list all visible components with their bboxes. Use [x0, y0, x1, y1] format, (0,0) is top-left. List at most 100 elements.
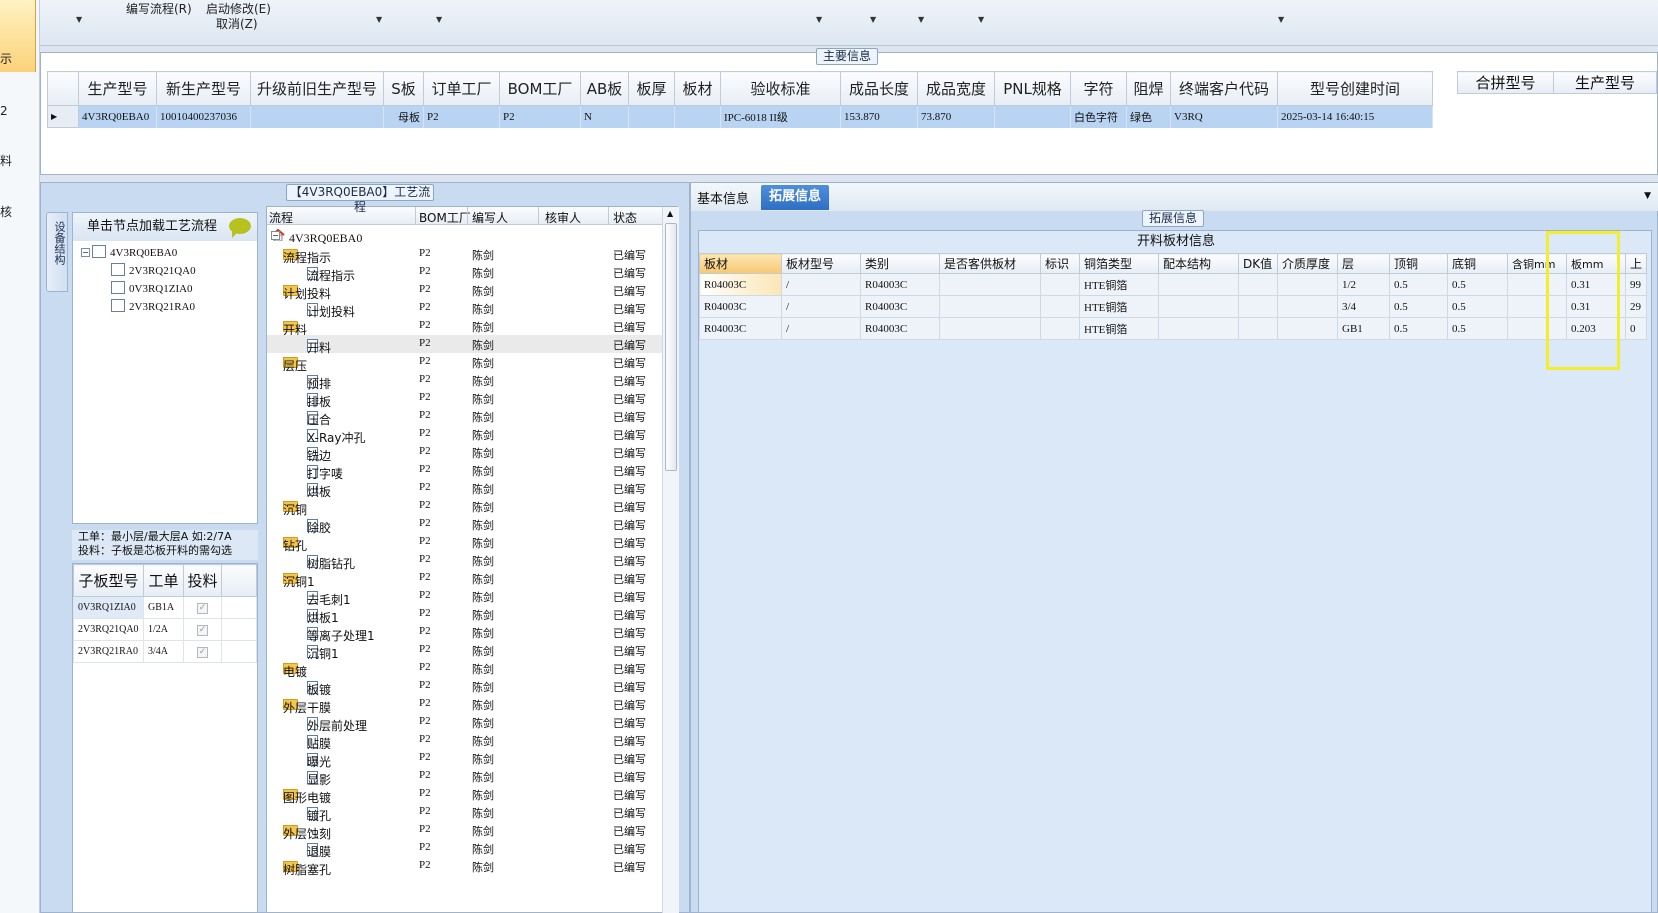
table-cell[interactable]: ✓	[183, 640, 222, 663]
process-row[interactable]: 树脂钻孔 P2 陈剑 已编写	[267, 551, 662, 571]
process-row[interactable]: −图形电镀P2陈剑已编写	[267, 785, 662, 805]
column-header[interactable]: 成品长度	[840, 71, 918, 106]
table-row[interactable]: 0V3RQ1ZIA0 GB1A ✓	[73, 596, 257, 619]
process-row[interactable]: −外层干膜P2陈剑已编写	[267, 695, 662, 715]
checkbox[interactable]: ✓	[197, 646, 208, 658]
process-row[interactable]: 铣边 P2 陈剑 已编写	[267, 443, 662, 463]
process-row[interactable]: 烘板1 P2 陈剑 已编写	[267, 605, 662, 625]
checkbox[interactable]: ✓	[197, 602, 208, 614]
tree-node-child[interactable]: 2V3RQ21QA0	[111, 263, 196, 277]
column-header[interactable]: 升级前旧生产型号	[250, 71, 384, 106]
column-header[interactable]: 类别	[860, 253, 940, 274]
speech-bubble-icon[interactable]	[229, 218, 251, 238]
menu-cancel[interactable]: 取消(Z)	[216, 15, 258, 32]
process-row[interactable]: 计划投料 P2 陈剑 已编写	[267, 299, 662, 319]
process-row[interactable]: 外层前处理 P2 陈剑 已编写	[267, 713, 662, 733]
scrollbar-thumb[interactable]	[665, 223, 677, 471]
table-cell[interactable]: /	[781, 317, 861, 340]
table-cell[interactable]: HTE铜箔	[1079, 273, 1159, 296]
process-row[interactable]: 显影 P2 陈剑 已编写	[267, 767, 662, 787]
table-cell[interactable]	[1238, 273, 1278, 296]
process-row[interactable]: 除胶 P2 陈剑 已编写	[267, 515, 662, 535]
table-row[interactable]: ▶ 4V3RQ0EBA0 10010400237036 母板 P2 P2 N I…	[47, 105, 1433, 128]
table-cell[interactable]: 2V3RQ21RA0	[73, 640, 144, 663]
column-header[interactable]: BOM工厂	[499, 71, 581, 106]
table-row[interactable]: R04003C / R04003C HTE铜箔 3/4 0.5 0.5 0.31 29	[699, 295, 1648, 318]
process-row[interactable]: 烘板 P2 陈剑 已编写	[267, 479, 662, 499]
process-row[interactable]: −外层蚀刻P2陈剑已编写	[267, 821, 662, 841]
process-row[interactable]: −层压P2陈剑已编写	[267, 353, 662, 373]
table-cell[interactable]: GB1A	[143, 596, 184, 619]
table-cell[interactable]: P2	[423, 105, 500, 128]
tree-node-root[interactable]: −4V3RQ0EBA0	[81, 245, 177, 259]
process-row[interactable]: −流程指示P2陈剑已编写	[267, 245, 662, 265]
process-row[interactable]: −沉铜P2陈剑已编写	[267, 497, 662, 517]
process-row[interactable]: −开料P2陈剑已编写	[267, 317, 662, 337]
menu-edit-flow[interactable]: 编写流程(R)	[126, 0, 192, 17]
table-cell[interactable]: 绿色	[1126, 105, 1171, 128]
table-cell[interactable]: 0V3RQ1ZIA0	[73, 596, 144, 619]
table-cell[interactable]: N	[580, 105, 629, 128]
column-header[interactable]: 生产型号	[78, 71, 157, 106]
table-cell[interactable]: ✓	[183, 618, 222, 641]
column-header[interactable]: 合拼型号	[1457, 71, 1554, 94]
process-row[interactable]: 预排 P2 陈剑 已编写	[267, 371, 662, 391]
table-cell[interactable]: 0.5	[1447, 295, 1508, 318]
process-row[interactable]: 退膜 P2 陈剑 已编写	[267, 839, 662, 859]
column-header[interactable]: BOM工厂	[419, 209, 471, 226]
table-cell[interactable]: 2025-03-14 16:40:15	[1277, 105, 1433, 128]
tab-extended-info[interactable]: 拓展信息	[761, 185, 829, 210]
column-header[interactable]: 板材	[699, 253, 782, 274]
table-cell[interactable]: 3/4	[1337, 295, 1390, 318]
dropdown-arrow-icon[interactable]: ▼	[978, 15, 984, 24]
table-cell[interactable]: 3/4A	[143, 640, 184, 663]
dropdown-arrow-icon[interactable]: ▼	[870, 15, 876, 24]
table-cell[interactable]	[1238, 317, 1278, 340]
table-cell[interactable]	[939, 295, 1041, 318]
table-row[interactable]: 2V3RQ21RA0 3/4A ✓	[73, 640, 257, 663]
table-cell[interactable]: 1/2A	[143, 618, 184, 641]
table-cell[interactable]: IPC-6018 II级	[720, 105, 841, 128]
table-cell[interactable]: 白色字符	[1070, 105, 1127, 128]
table-cell[interactable]	[1158, 273, 1239, 296]
table-cell[interactable]: ✓	[183, 596, 222, 619]
process-row[interactable]: 打字唛 P2 陈剑 已编写	[267, 461, 662, 481]
column-header[interactable]: PNL规格	[994, 71, 1071, 106]
collapse-icon[interactable]: −	[81, 248, 90, 257]
table-cell[interactable]: R04003C	[699, 273, 782, 296]
dropdown-arrow-icon[interactable]: ▼	[76, 15, 82, 24]
column-header[interactable]: 配本结构	[1158, 253, 1239, 274]
table-cell[interactable]: 99	[1624, 273, 1648, 296]
table-cell[interactable]	[939, 273, 1041, 296]
table-cell[interactable]: HTE铜箔	[1079, 295, 1159, 318]
table-cell[interactable]: GB1	[1337, 317, 1390, 340]
column-header[interactable]: 验收标准	[720, 71, 841, 106]
column-header[interactable]: 是否客供板材	[939, 253, 1041, 274]
left-nav-item[interactable]: 核	[0, 203, 12, 220]
table-cell[interactable]	[1040, 317, 1080, 340]
process-row[interactable]: 板镀 P2 陈剑 已编写	[267, 677, 662, 697]
column-header[interactable]: 板厚	[628, 71, 675, 106]
column-header[interactable]: 投料	[183, 564, 222, 597]
column-header[interactable]: 介质厚度	[1277, 253, 1338, 274]
table-cell[interactable]: HTE铜箔	[1079, 317, 1159, 340]
process-row[interactable]: 压合 P2 陈剑 已编写	[267, 407, 662, 427]
column-header[interactable]: S板	[383, 71, 424, 106]
process-row[interactable]: 沉铜1 P2 陈剑 已编写	[267, 641, 662, 661]
process-node[interactable]: −4V3RQ0EBA0	[271, 229, 362, 245]
process-row[interactable]: 镀孔 P2 陈剑 已编写	[267, 803, 662, 823]
tree-node-child[interactable]: 2V3RQ21RA0	[111, 299, 195, 313]
dropdown-arrow-icon[interactable]: ▼	[376, 15, 382, 24]
dropdown-arrow-icon[interactable]: ▼	[918, 15, 924, 24]
process-row[interactable]: 排板 P2 陈剑 已编写	[267, 389, 662, 409]
table-cell[interactable]: 0.5	[1389, 273, 1448, 296]
scroll-up-icon[interactable]: ▲	[667, 209, 673, 218]
process-row[interactable]: 开料 P2 陈剑 已编写	[267, 335, 662, 355]
column-header[interactable]: 字符	[1070, 71, 1127, 106]
process-row[interactable]: 贴膜 P2 陈剑 已编写	[267, 731, 662, 751]
column-header[interactable]: 新生产型号	[156, 71, 251, 106]
table-cell[interactable]	[1277, 317, 1338, 340]
table-cell[interactable]: 73.870	[917, 105, 995, 128]
table-cell[interactable]: /	[781, 295, 861, 318]
column-header[interactable]: AB板	[580, 71, 629, 106]
